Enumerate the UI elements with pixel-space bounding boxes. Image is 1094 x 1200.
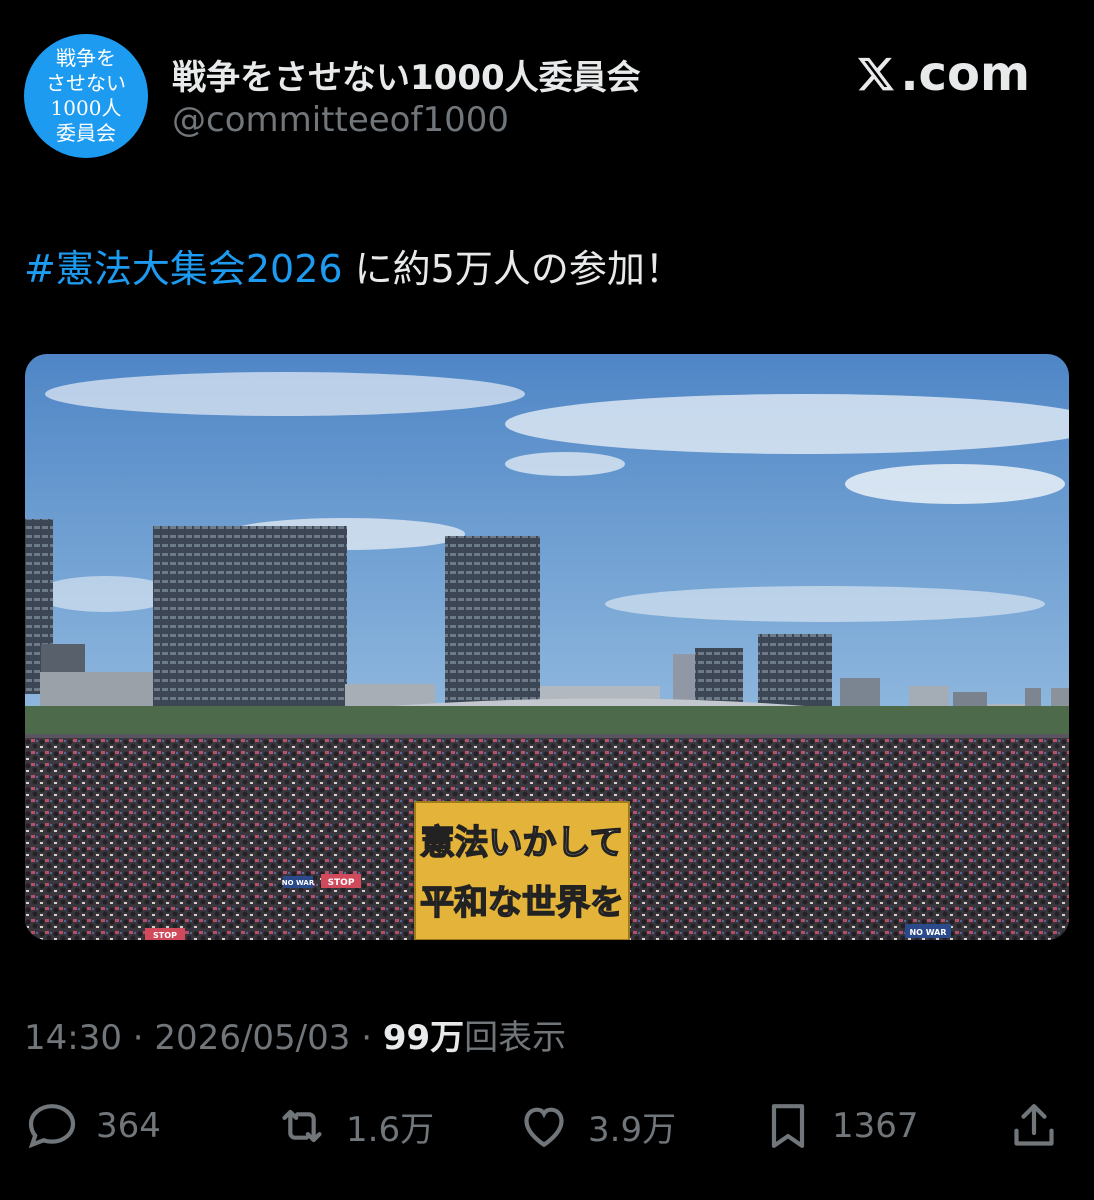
avatar[interactable]: 戦争を させない 1000人 委員会 [24, 34, 148, 158]
placard-nowar-text: NO WAR [909, 928, 946, 937]
retweet-icon [282, 1109, 322, 1143]
placard-stop-text: STOP [153, 931, 177, 940]
avatar-text-line: 1000人 [50, 96, 122, 120]
rally-photo: 憲法いかして 平和な世界を STOP NO WAR NO WAR STOP [25, 354, 1069, 940]
tweet-date[interactable]: 2026/05/03 [154, 1018, 350, 1058]
share-button[interactable] [1006, 1098, 1078, 1154]
placard-nowar-text: NO WAR [282, 879, 315, 887]
bookmark-button[interactable]: 1367 [760, 1098, 919, 1154]
hashtag-link[interactable]: #憲法大集会2026 [24, 247, 343, 291]
brand-domain: .com [900, 46, 1030, 102]
x-logo-icon [858, 57, 895, 91]
view-count: 99万 [382, 1018, 465, 1058]
like-icon [524, 1107, 564, 1148]
tweet-time[interactable]: 14:30 [24, 1018, 122, 1058]
author-handle[interactable]: @committeeof1000 [172, 100, 509, 140]
reply-button[interactable]: 364 [24, 1098, 161, 1154]
meta-separator: · [350, 1018, 383, 1058]
action-bar: 364 1.6万 3.9万 1367 [24, 1098, 1064, 1154]
tweet-photo[interactable]: 憲法いかして 平和な世界を STOP NO WAR NO WAR STOP [25, 354, 1069, 940]
retweet-count: 1.6万 [346, 1109, 435, 1150]
retweet-button[interactable]: 1.6万 [274, 1098, 434, 1154]
share-icon [1014, 1104, 1054, 1146]
bookmark-count: 1367 [832, 1106, 919, 1146]
tweet-text: #憲法大集会2026 に約5万人の参加！ [24, 238, 683, 293]
like-count: 3.9万 [588, 1109, 677, 1150]
reply-count: 364 [96, 1106, 161, 1146]
view-label: 回表示 [464, 1018, 567, 1058]
tweet-body: に約5万人の参加！ [342, 247, 683, 291]
avatar-text-line: させない [46, 71, 126, 95]
reply-icon [28, 1104, 76, 1149]
tweet-meta: 14:30 · 2026/05/03 · 99万回表示 [24, 1010, 566, 1059]
author-display-name[interactable]: 戦争をさせない1000人委員会 [172, 50, 641, 99]
bookmark-icon [771, 1104, 805, 1148]
sign-text-line1: 憲法いかして [421, 823, 624, 863]
meta-separator: · [121, 1018, 155, 1058]
brand-logo: .com [856, 46, 1030, 102]
avatar-text-line: 戦争を [56, 46, 116, 70]
sign-text-line2: 平和な世界を [420, 883, 624, 923]
avatar-text-line: 委員会 [56, 121, 116, 145]
like-button[interactable]: 3.9万 [516, 1098, 676, 1154]
placard-stop-text: STOP [328, 878, 355, 888]
